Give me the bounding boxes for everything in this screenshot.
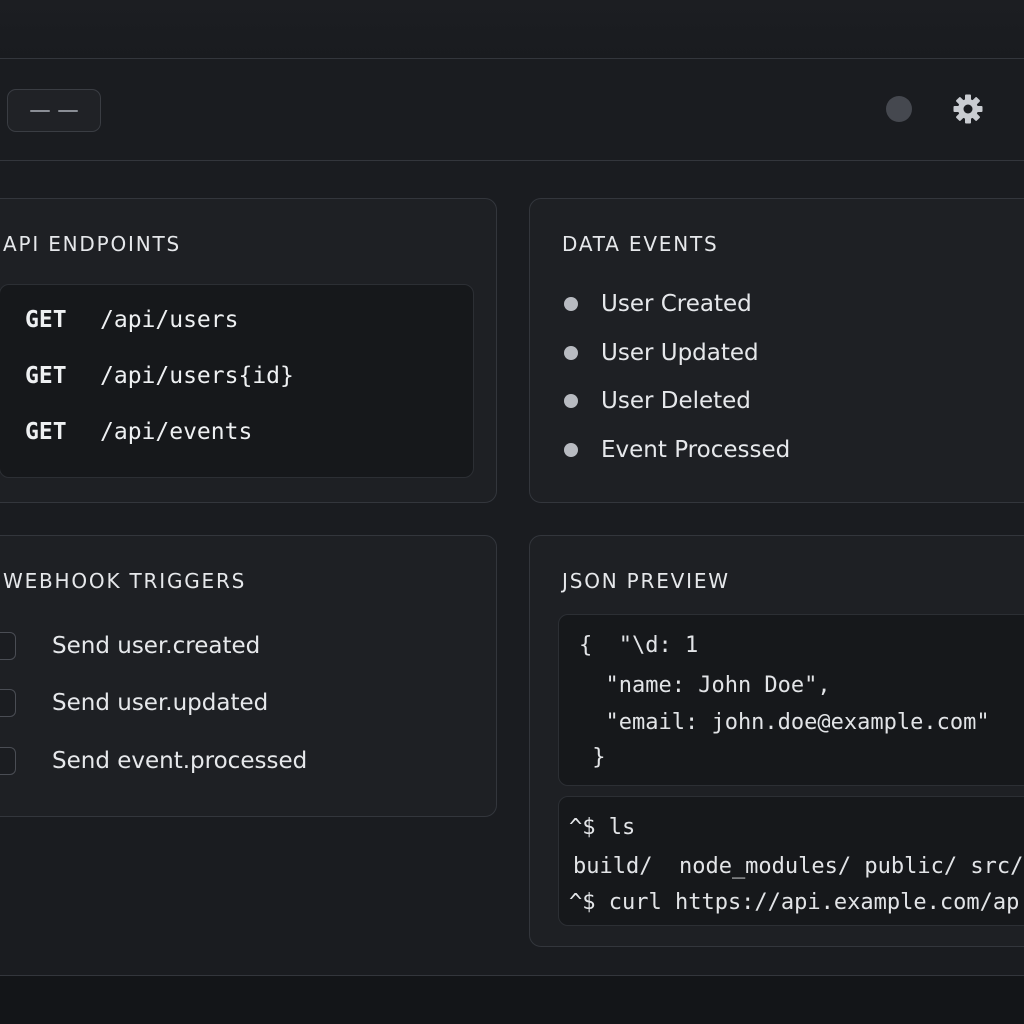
endpoint-row[interactable]: GET/api/users{id} (25, 363, 294, 389)
menu-icon-dash (58, 109, 78, 112)
terminal-line: ^$ ls (569, 815, 636, 840)
webhook-triggers-card: WEBHOOK TRIGGERS Send user.created Send … (0, 535, 497, 817)
trigger-checkbox[interactable] (0, 632, 16, 660)
bullet-icon (564, 443, 578, 457)
event-label: User Created (601, 291, 752, 317)
endpoint-path: /api/users (100, 307, 239, 333)
api-endpoints-card: API ENDPOINTS GET/api/users GET/api/user… (0, 198, 497, 503)
data-events-card: DATA EVENTS User Created User Updated Us… (529, 198, 1024, 503)
event-item-user-created: User Created (564, 291, 752, 317)
json-line: "email: john.doe@example.com" (579, 710, 990, 735)
endpoint-row[interactable]: GET/api/users (25, 307, 238, 333)
endpoint-method: GET (25, 363, 67, 389)
event-label: User Updated (601, 340, 759, 366)
menu-button[interactable] (7, 89, 101, 132)
terminal-line: ^$ curl https://api.example.com/ap (569, 890, 1020, 915)
endpoint-path: /api/events (100, 419, 253, 445)
status-dot-icon[interactable] (886, 96, 912, 122)
endpoint-method: GET (25, 307, 67, 333)
top-strip (0, 0, 1024, 58)
api-endpoints-title: API ENDPOINTS (3, 232, 181, 256)
bullet-icon (564, 346, 578, 360)
json-preview-card: JSON PREVIEW { "\d: 1 "name: John Doe", … (529, 535, 1024, 947)
endpoint-method: GET (25, 419, 67, 445)
json-line: } (579, 745, 606, 770)
event-item-user-deleted: User Deleted (564, 388, 751, 414)
event-item-event-processed: Event Processed (564, 437, 790, 463)
terminal-line: build/ node_modules/ public/ src/ (573, 854, 1024, 879)
json-code-block: { "\d: 1 "name: John Doe", "email: john.… (558, 614, 1024, 786)
json-line: "name: John Doe", (579, 673, 831, 698)
endpoint-row[interactable]: GET/api/events (25, 419, 252, 445)
data-events-title: DATA EVENTS (562, 232, 719, 256)
trigger-label: Send event.processed (52, 748, 308, 774)
trigger-checkbox[interactable] (0, 689, 16, 717)
json-preview-title: JSON PREVIEW (562, 569, 730, 593)
trigger-item-user-updated[interactable]: Send user.updated (0, 689, 268, 717)
bottom-strip (0, 976, 1024, 1024)
terminal-block[interactable]: ^$ ls build/ node_modules/ public/ src/ … (558, 796, 1024, 926)
json-line: { "\d: 1 (579, 633, 699, 658)
trigger-item-user-created[interactable]: Send user.created (0, 632, 260, 660)
menu-icon (30, 109, 50, 112)
event-item-user-updated: User Updated (564, 340, 759, 366)
header-bar (0, 59, 1024, 161)
app-window: API ENDPOINTS GET/api/users GET/api/user… (0, 58, 1024, 976)
trigger-checkbox[interactable] (0, 747, 16, 775)
gear-icon[interactable] (952, 93, 984, 125)
trigger-item-event-processed[interactable]: Send event.processed (0, 747, 307, 775)
event-label: Event Processed (601, 437, 791, 463)
bullet-icon (564, 394, 578, 408)
endpoint-list: GET/api/users GET/api/users{id} GET/api/… (0, 284, 474, 478)
trigger-label: Send user.updated (52, 690, 269, 716)
event-label: User Deleted (601, 388, 751, 414)
trigger-label: Send user.created (52, 633, 261, 659)
bullet-icon (564, 297, 578, 311)
endpoint-path: /api/users{id} (100, 363, 294, 389)
webhook-triggers-title: WEBHOOK TRIGGERS (3, 569, 247, 593)
